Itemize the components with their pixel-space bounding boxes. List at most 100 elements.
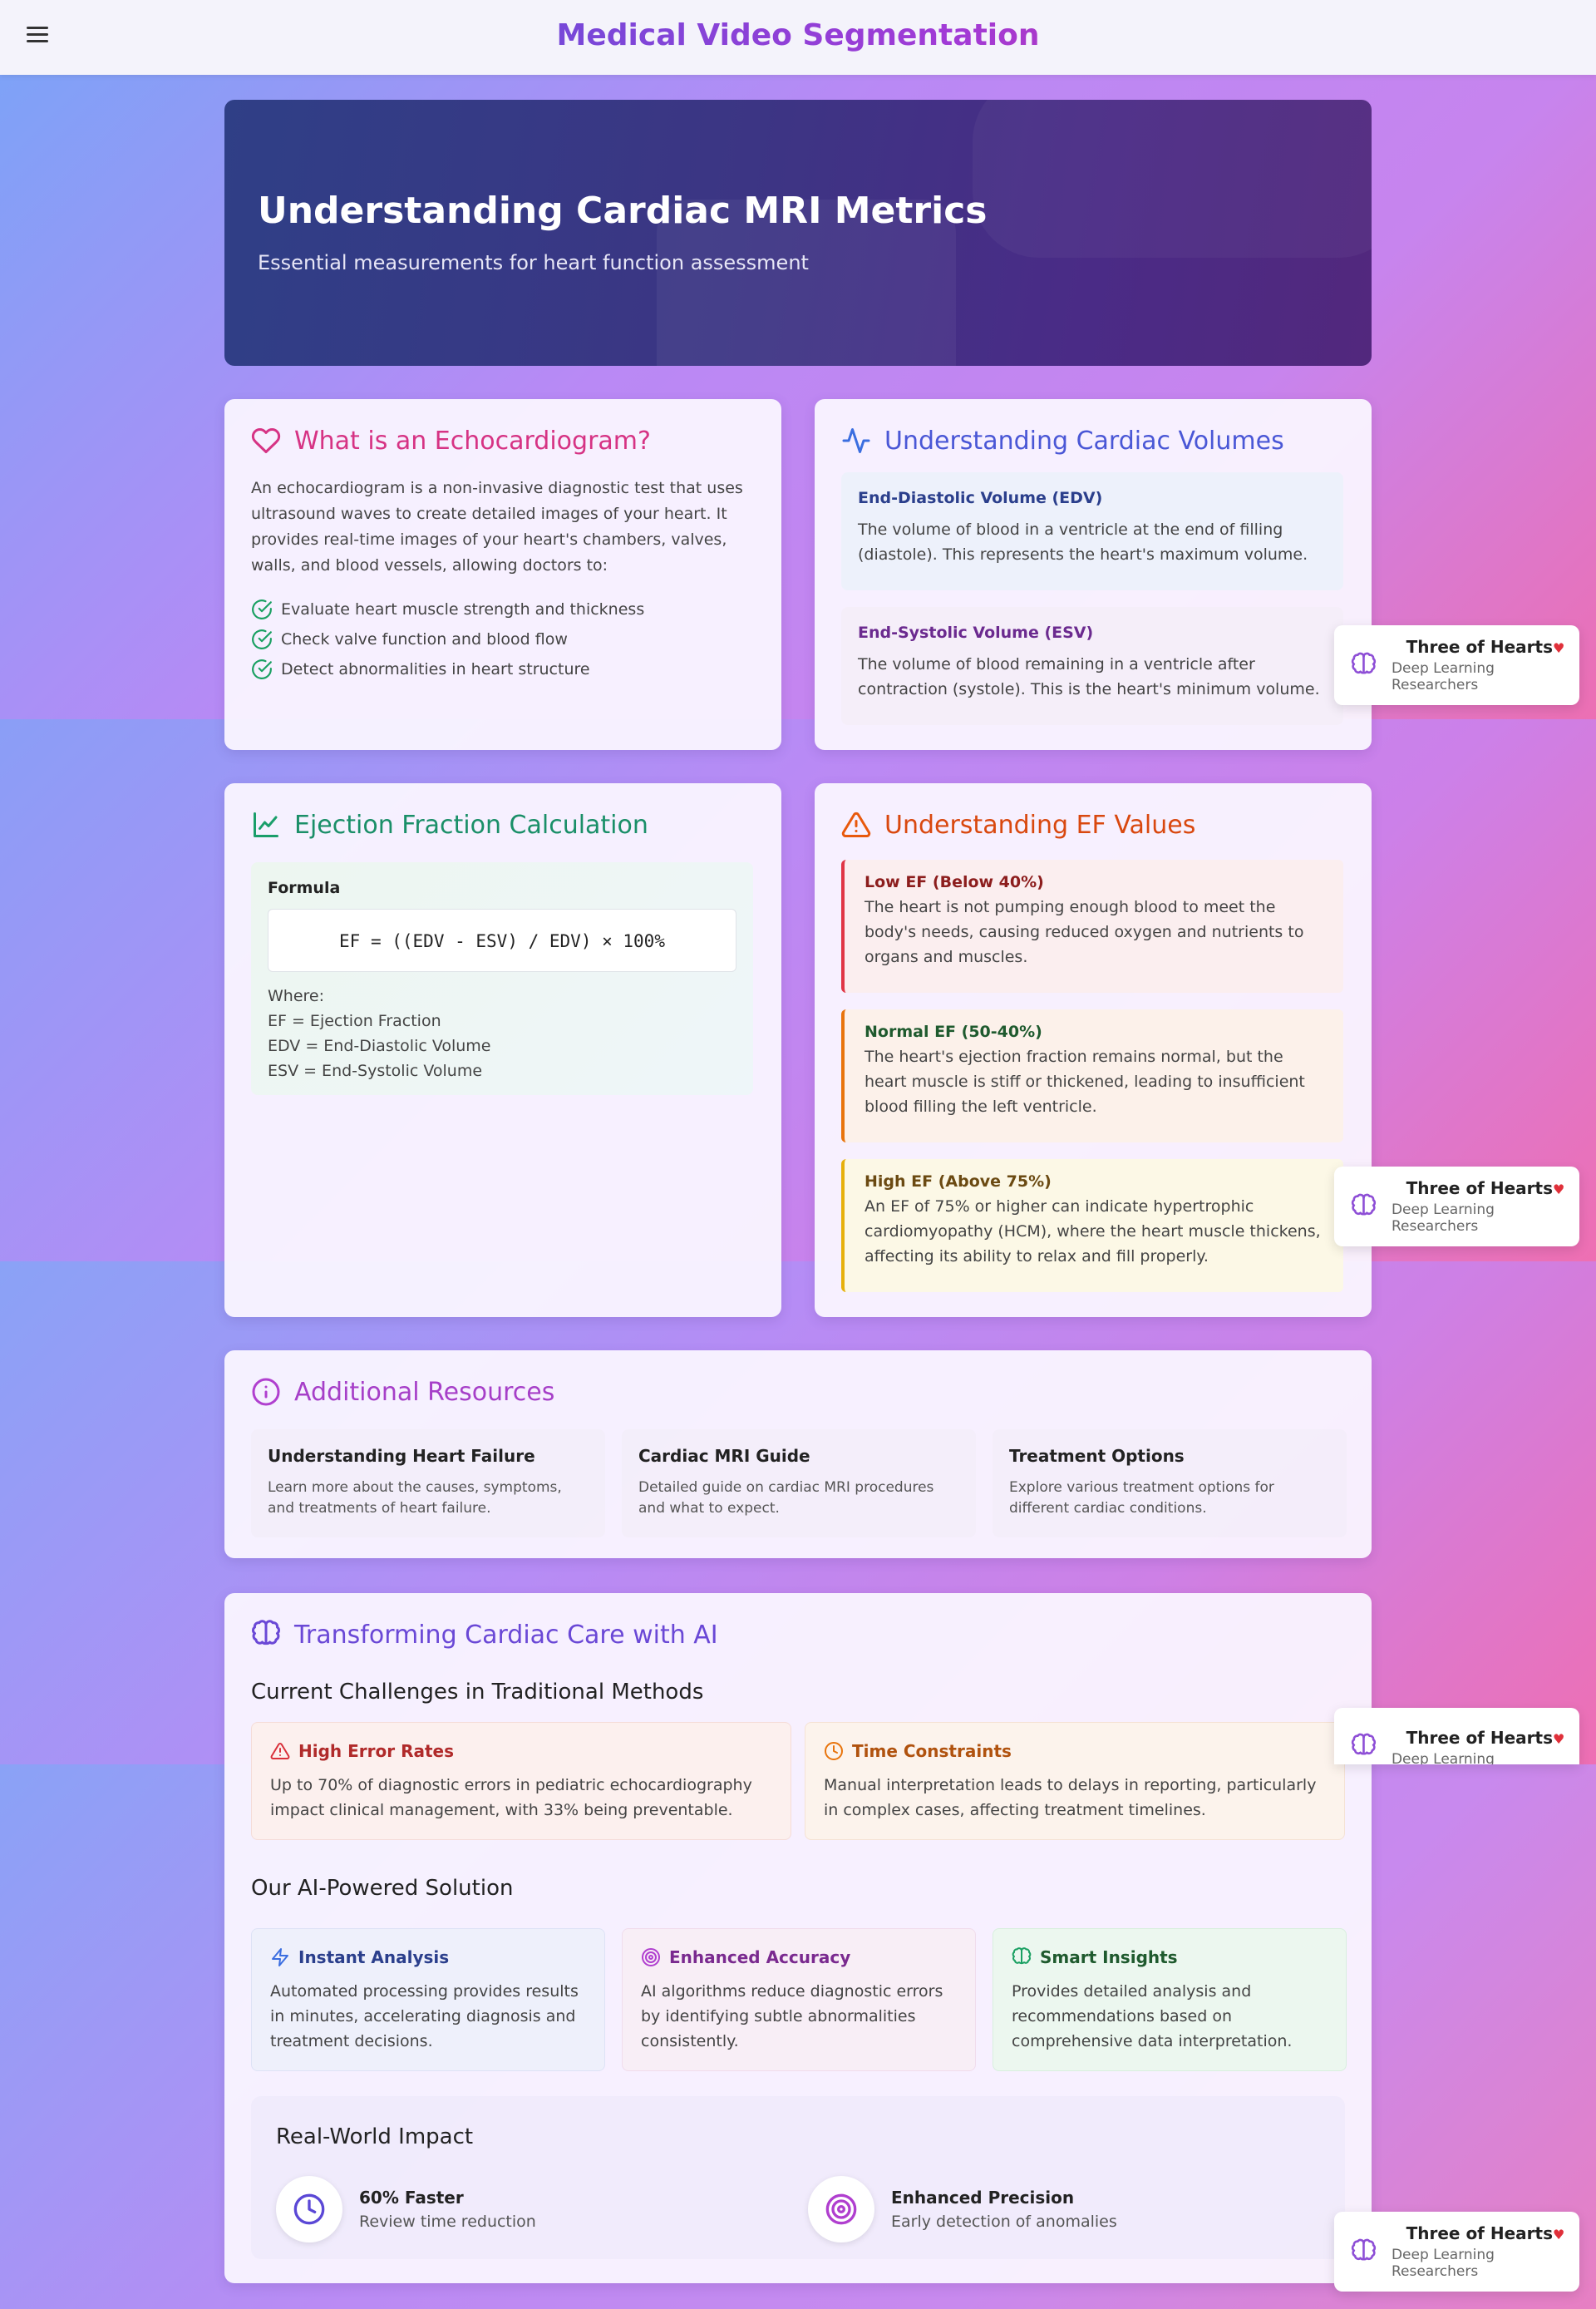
ejection-fraction-card: Ejection Fraction Calculation Formula EF… [224, 783, 781, 1317]
team-badge[interactable]: Three of Hearts♥ Deep Learning Researche… [1334, 2212, 1579, 2292]
brain-icon [1012, 1947, 1032, 1965]
clock-icon [825, 1742, 843, 1760]
resource-text: Learn more about the causes, symptoms, a… [268, 1479, 562, 1517]
low-ef-text: The heart is not pumping enough blood to… [864, 898, 1304, 966]
hero-banner: Understanding Cardiac MRI Metrics Essent… [224, 100, 1372, 366]
challenge-box: Time Constraints Manual interpretation l… [805, 1722, 1345, 1840]
resource-item[interactable]: Cardiac MRI Guide Detailed guide on card… [622, 1429, 976, 1537]
formula-code: EF = ((EDV - ESV) / EDV) × 100% [268, 909, 736, 972]
solution-box: Instant Analysis Automated processing pr… [251, 1928, 605, 2071]
ejection-title: Ejection Fraction Calculation [294, 810, 648, 840]
resource-title: Treatment Options [1009, 1446, 1185, 1466]
check-circle-icon [252, 659, 272, 679]
echo-item-label: Check valve function and blood flow [281, 630, 568, 649]
solution-text: AI algorithms reduce diagnostic errors b… [641, 1982, 943, 2050]
brain-icon [1351, 652, 1377, 674]
team-badge[interactable]: Three of Hearts♥ Deep Learning Researche… [1334, 625, 1579, 705]
high-ef-text: An EF of 75% or higher can indicate hype… [864, 1197, 1321, 1266]
resource-item[interactable]: Treatment Options Explore various treatm… [993, 1429, 1347, 1537]
solution-title: Smart Insights [1040, 1947, 1178, 1967]
resource-text: Explore various treatment options for di… [1009, 1479, 1274, 1517]
impact-title: 60% Faster [359, 2188, 464, 2208]
challenges-heading: Current Challenges in Traditional Method… [251, 1680, 704, 1705]
echo-item-label: Detect abnormalities in heart structure [281, 660, 590, 678]
edv-text: The volume of blood in a ventricle at th… [858, 521, 1308, 564]
heart-icon: ♥ [1552, 1182, 1565, 1197]
echo-title: What is an Echocardiogram? [294, 426, 651, 456]
esv-title: End-Systolic Volume (ESV) [858, 624, 1094, 642]
edv-box: End-Diastolic Volume (EDV) The volume of… [841, 472, 1343, 590]
heart-icon: ♥ [1552, 1731, 1565, 1747]
list-item: Evaluate heart muscle strength and thick… [251, 599, 644, 620]
challenge-title: Time Constraints [852, 1741, 1012, 1761]
badge-title: Three of Hearts [1406, 2223, 1553, 2243]
heart-icon [251, 427, 281, 453]
solution-box: Smart Insights Provides detailed analysi… [993, 1928, 1347, 2071]
resource-item[interactable]: Understanding Heart Failure Learn more a… [251, 1429, 605, 1537]
impact-item: Enhanced Precision Early detection of an… [808, 2176, 1117, 2242]
team-badge[interactable]: Three of Hearts♥ Deep Learning Researche… [1334, 1708, 1579, 1764]
list-item: Detect abnormalities in heart structure [251, 659, 644, 680]
solution-text: Provides detailed analysis and recommend… [1012, 1982, 1293, 2050]
top-bar: Medical Video Segmentation [0, 0, 1596, 75]
brain-icon [1351, 1193, 1377, 1216]
target-icon [825, 2193, 857, 2225]
esv-box: End-Systolic Volume (ESV) The volume of … [841, 607, 1343, 725]
formula-label: Formula [268, 879, 341, 897]
target-icon [642, 1948, 660, 1966]
low-ef-box: Low EF (Below 40%) The heart is not pump… [841, 860, 1343, 993]
badge-title: Three of Hearts [1406, 1178, 1553, 1198]
impact-box: Real-World Impact 60% Faster Review time… [251, 2096, 1345, 2259]
brain-icon [1351, 1733, 1377, 1755]
trend-chart-icon [254, 812, 278, 837]
heart-icon: ♥ [1552, 2227, 1565, 2242]
resource-title: Cardiac MRI Guide [638, 1446, 810, 1466]
impact-title: Enhanced Precision [891, 2188, 1075, 2208]
badge-title: Three of Hearts [1406, 637, 1553, 657]
warning-icon [270, 1742, 290, 1759]
impact-text: Review time reduction [359, 2213, 536, 2231]
high-ef-box: High EF (Above 75%) An EF of 75% or high… [841, 1159, 1343, 1292]
volumes-title: Understanding Cardiac Volumes [884, 426, 1284, 456]
high-ef-title: High EF (Above 75%) [864, 1172, 1052, 1191]
brain-icon [252, 1620, 280, 1645]
formula-box: Formula EF = ((EDV - ESV) / EDV) × 100% … [251, 862, 753, 1095]
formula-def: EDV = End-Diastolic Volume [268, 1037, 491, 1055]
team-badge[interactable]: Three of Hearts♥ Deep Learning Researche… [1334, 1167, 1579, 1246]
list-item: Check valve function and blood flow [251, 629, 644, 650]
warning-icon [841, 812, 871, 837]
badge-subtitle: Deep Learning Researchers [1391, 660, 1495, 693]
resource-title: Understanding Heart Failure [268, 1446, 535, 1466]
challenge-box: High Error Rates Up to 70% of diagnostic… [251, 1722, 791, 1840]
badge-subtitle: Deep Learning Researchers [1391, 1201, 1495, 1235]
badge-subtitle: Deep Learning Researchers [1391, 2247, 1495, 2280]
edv-title: End-Diastolic Volume (EDV) [858, 489, 1103, 507]
esv-text: The volume of blood remaining in a ventr… [858, 655, 1320, 698]
ef-values-title: Understanding EF Values [884, 810, 1196, 840]
info-icon [252, 1378, 280, 1406]
check-circle-icon [252, 629, 272, 649]
badge-subtitle: Deep Learning Researchers [1391, 1751, 1495, 1764]
clock-icon [293, 2193, 325, 2225]
brain-icon [1351, 2238, 1377, 2261]
solution-text: Automated processing provides results in… [270, 1982, 579, 2050]
ai-title: Transforming Cardiac Care with AI [294, 1620, 718, 1650]
echocardiogram-card: What is an Echocardiogram? An echocardio… [224, 399, 781, 750]
check-circle-icon [252, 599, 272, 619]
formula-def: EF = Ejection Fraction [268, 1012, 441, 1030]
challenge-text: Up to 70% of diagnostic errors in pediat… [270, 1776, 752, 1819]
solution-box: Enhanced Accuracy AI algorithms reduce d… [622, 1928, 976, 2071]
low-ef-title: Low EF (Below 40%) [864, 873, 1044, 891]
badge-title: Three of Hearts [1406, 1728, 1553, 1748]
hero-title: Understanding Cardiac MRI Metrics [258, 190, 988, 232]
ai-card: Transforming Cardiac Care with AI Curren… [224, 1593, 1372, 2283]
formula-where-label: Where: [268, 987, 325, 1005]
challenge-title: High Error Rates [298, 1741, 454, 1761]
impact-text: Early detection of anomalies [891, 2213, 1117, 2231]
resources-card: Additional Resources Understanding Heart… [224, 1350, 1372, 1558]
normal-ef-text: The heart's ejection fraction remains no… [864, 1048, 1305, 1116]
solution-heading: Our AI-Powered Solution [251, 1876, 514, 1901]
hero-subtitle: Essential measurements for heart functio… [258, 251, 809, 274]
challenge-text: Manual interpretation leads to delays in… [824, 1776, 1317, 1819]
impact-heading: Real-World Impact [276, 2124, 474, 2149]
